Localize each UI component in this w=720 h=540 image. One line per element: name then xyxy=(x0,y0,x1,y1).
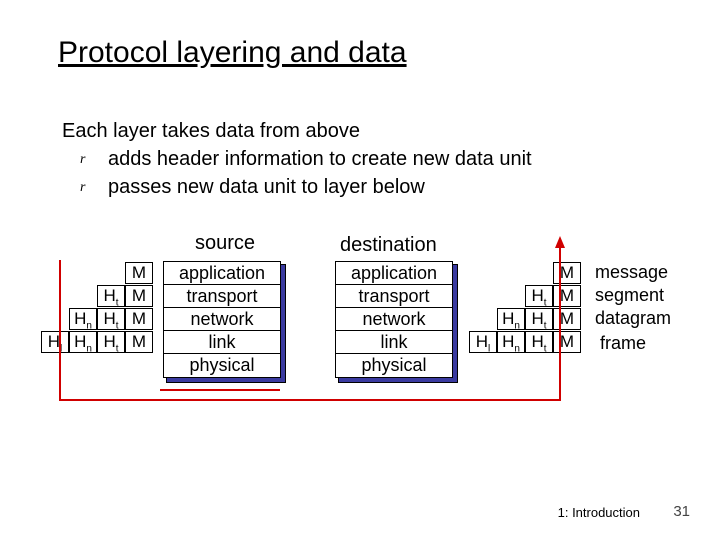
src-dat-Hn: Hn xyxy=(69,308,97,330)
dst-dat-Hn: Hn xyxy=(497,308,525,330)
bullet-glyph: r xyxy=(80,152,108,168)
layer-application: application xyxy=(336,262,452,285)
arrowhead-icon xyxy=(555,236,565,248)
destination-label: destination xyxy=(340,234,437,257)
src-frm-Hl: Hl xyxy=(41,331,69,353)
layer-network: network xyxy=(164,308,280,331)
intro-line: Each layer takes data from above xyxy=(62,120,360,143)
layer-network: network xyxy=(336,308,452,331)
dst-frm-Hn: Hn xyxy=(497,331,525,353)
layer-physical: physical xyxy=(164,354,280,377)
layer-transport: transport xyxy=(164,285,280,308)
footer-chapter: 1: Introduction xyxy=(558,505,640,520)
src-frm-M: M xyxy=(125,331,153,353)
dst-dat-Ht: Ht xyxy=(525,308,553,330)
src-seg-M: M xyxy=(125,285,153,307)
bullet-2: rpasses new data unit to layer below xyxy=(80,176,425,199)
layer-transport: transport xyxy=(336,285,452,308)
slide-title: Protocol layering and data xyxy=(58,36,407,70)
layer-application: application xyxy=(164,262,280,285)
src-frm-Hn: Hn xyxy=(69,331,97,353)
src-dat-M: M xyxy=(125,308,153,330)
dst-frm-Ht: Ht xyxy=(525,331,553,353)
layer-link: link xyxy=(336,331,452,354)
destination-stack: application transport network link physi… xyxy=(338,264,458,383)
footer-page: 31 xyxy=(673,503,690,520)
layer-link: link xyxy=(164,331,280,354)
dst-seg-Ht: Ht xyxy=(525,285,553,307)
src-dat-Ht: Ht xyxy=(97,308,125,330)
source-label: source xyxy=(195,232,255,255)
dst-seg-M: M xyxy=(553,285,581,307)
src-msg-M: M xyxy=(125,262,153,284)
dst-frm-M: M xyxy=(553,331,581,353)
dst-msg-M: M xyxy=(553,262,581,284)
dst-frm-Hl: Hl xyxy=(469,331,497,353)
src-seg-Ht: Ht xyxy=(97,285,125,307)
bullet-glyph: r xyxy=(80,180,108,196)
pdu-segment: segment xyxy=(595,285,664,306)
source-stack: application transport network link physi… xyxy=(166,264,286,383)
dst-dat-M: M xyxy=(553,308,581,330)
pdu-message: message xyxy=(595,262,668,283)
layer-physical: physical xyxy=(336,354,452,377)
pdu-datagram: datagram xyxy=(595,308,671,329)
src-frm-Ht: Ht xyxy=(97,331,125,353)
pdu-frame: frame xyxy=(600,333,646,354)
bullet-1: radds header information to create new d… xyxy=(80,148,532,171)
